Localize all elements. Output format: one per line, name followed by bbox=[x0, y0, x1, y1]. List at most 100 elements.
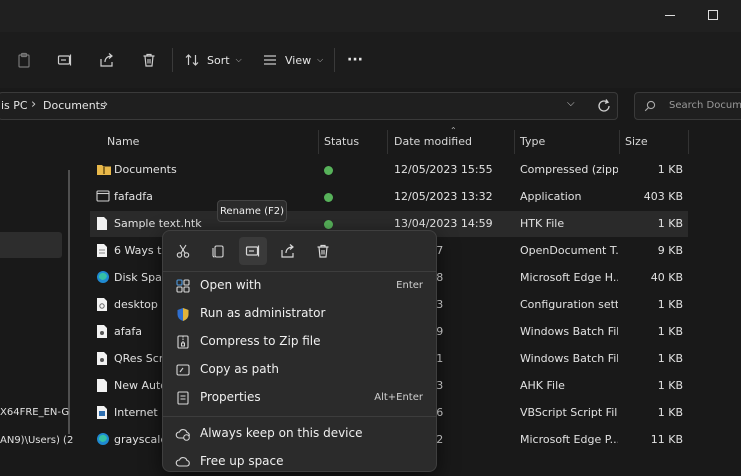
copy-icon bbox=[212, 245, 224, 258]
menu-item-compress-zip[interactable]: Compress to Zip file bbox=[163, 328, 436, 356]
more-options-button[interactable]: ··· bbox=[342, 46, 368, 74]
column-header-name[interactable]: Name bbox=[107, 135, 139, 148]
file-date: 12/05/2023 13:32 bbox=[394, 190, 493, 203]
share-button[interactable] bbox=[274, 237, 302, 265]
sort-chevron-icon: ⌃ bbox=[450, 126, 457, 135]
share-icon bbox=[100, 53, 113, 67]
file-type: HTK File bbox=[520, 217, 565, 230]
column-header-status[interactable]: Status bbox=[324, 135, 359, 148]
file-size: 1 KB bbox=[657, 298, 683, 311]
context-menu: Open with Enter Run as administrator Com… bbox=[162, 230, 437, 472]
file-type: Windows Batch File bbox=[520, 325, 618, 338]
menu-item-shortcut: Enter bbox=[396, 280, 423, 291]
batch-file-icon bbox=[96, 324, 110, 339]
file-type: Configuration sett... bbox=[520, 298, 618, 311]
sort-label: Sort bbox=[207, 53, 230, 67]
script-file-icon bbox=[96, 405, 110, 420]
column-separator[interactable] bbox=[387, 130, 388, 154]
file-size: 11 KB bbox=[650, 433, 683, 446]
trash-icon bbox=[317, 244, 329, 258]
document-icon bbox=[96, 243, 110, 258]
sort-icon bbox=[185, 54, 199, 66]
menu-item-properties[interactable]: Properties Alt+Enter bbox=[163, 384, 436, 412]
copy-button[interactable] bbox=[204, 237, 232, 265]
app-icon bbox=[96, 189, 110, 204]
file-size: 40 KB bbox=[650, 271, 683, 284]
rename-icon bbox=[245, 245, 260, 257]
file-type: AHK File bbox=[520, 379, 565, 392]
maximize-icon[interactable] bbox=[708, 10, 718, 20]
sync-status-icon bbox=[324, 166, 333, 175]
breadcrumb-documents[interactable]: Documents bbox=[43, 99, 106, 112]
cut-button[interactable] bbox=[169, 237, 197, 265]
column-header-type[interactable]: Type bbox=[520, 135, 545, 148]
menu-item-shortcut: Alt+Enter bbox=[374, 392, 423, 403]
file-date: 12/05/2023 15:55 bbox=[394, 163, 493, 176]
paste-button[interactable] bbox=[12, 46, 36, 74]
search-icon bbox=[644, 100, 656, 112]
menu-item-always-keep[interactable]: Always keep on this device bbox=[163, 420, 436, 448]
sync-status-icon bbox=[324, 193, 333, 202]
more-icon: ··· bbox=[347, 52, 363, 68]
nav-selected-item[interactable] bbox=[0, 232, 62, 258]
menu-item-run-as-admin[interactable]: Run as administrator bbox=[163, 300, 436, 328]
column-header-size[interactable]: Size bbox=[625, 135, 648, 148]
nav-item-drive[interactable]: X64FRE_EN-G bbox=[0, 407, 69, 418]
file-size: 403 KB bbox=[643, 190, 683, 203]
share-button[interactable] bbox=[95, 46, 119, 74]
edge-icon bbox=[96, 432, 110, 447]
search-placeholder: Search Docume bbox=[669, 100, 741, 111]
menu-item-label: Copy as path bbox=[200, 362, 279, 376]
menu-item-label: Always keep on this device bbox=[200, 426, 363, 440]
rename-icon bbox=[57, 54, 72, 66]
minimize-icon[interactable] bbox=[665, 15, 675, 16]
nav-item-network-path[interactable]: AN9)\Users) (2 bbox=[0, 435, 73, 446]
file-type: Microsoft Edge P... bbox=[520, 433, 618, 446]
column-header-date-modified[interactable]: Date modified bbox=[394, 135, 472, 148]
menu-item-label: Compress to Zip file bbox=[200, 334, 321, 348]
share-icon bbox=[281, 244, 294, 258]
chevron-down-icon[interactable]: ⌵ bbox=[567, 98, 575, 109]
view-label: View bbox=[285, 53, 312, 67]
breadcrumb-this-pc[interactable]: is PC bbox=[1, 99, 28, 112]
file-row[interactable]: Documents 12/05/2023 15:55 Compressed (zip… bbox=[90, 157, 688, 183]
file-row[interactable]: fafadfa 12/05/2023 13:32 Application 403 KB bbox=[90, 184, 688, 210]
file-size: 1 KB bbox=[657, 379, 683, 392]
toolbar-separator bbox=[172, 48, 173, 72]
toolbar-separator bbox=[334, 48, 335, 72]
menu-item-label: Properties bbox=[200, 390, 261, 404]
refresh-icon bbox=[598, 99, 610, 112]
menu-item-label: Open with bbox=[200, 278, 262, 292]
rename-button[interactable] bbox=[53, 46, 77, 74]
edge-icon bbox=[96, 270, 110, 285]
search-box[interactable]: Search Docume bbox=[634, 92, 741, 120]
menu-item-open-with[interactable]: Open with Enter bbox=[163, 272, 436, 300]
column-separator[interactable] bbox=[318, 130, 319, 154]
sync-status-icon bbox=[324, 220, 333, 229]
zip-icon bbox=[175, 334, 191, 350]
file-type: VBScript Script File bbox=[520, 406, 618, 419]
rename-tooltip: Rename (F2) bbox=[217, 200, 287, 222]
view-icon bbox=[264, 55, 276, 65]
scissors-icon bbox=[176, 244, 190, 258]
menu-item-copy-as-path[interactable]: Copy as path bbox=[163, 356, 436, 384]
trash-icon bbox=[143, 53, 155, 67]
file-size: 1 KB bbox=[657, 217, 683, 230]
column-separator[interactable] bbox=[514, 130, 515, 154]
rename-button[interactable] bbox=[239, 237, 267, 265]
view-button[interactable]: View ⌵ bbox=[262, 46, 326, 74]
paste-icon bbox=[18, 52, 30, 68]
open-with-icon bbox=[175, 278, 191, 294]
menu-item-free-up-space[interactable]: Free up space bbox=[163, 448, 436, 476]
sort-button[interactable]: Sort ⌵ bbox=[184, 46, 244, 74]
zip-folder-icon bbox=[96, 162, 111, 177]
column-separator[interactable] bbox=[688, 130, 689, 154]
delete-button[interactable] bbox=[137, 46, 161, 74]
address-bar[interactable]: is PC › Documents › ⌵ bbox=[0, 92, 618, 120]
file-name: Documents bbox=[114, 163, 177, 176]
file-size: 1 KB bbox=[657, 406, 683, 419]
refresh-button[interactable] bbox=[596, 98, 614, 116]
column-separator[interactable] bbox=[619, 130, 620, 154]
nav-scrollbar[interactable] bbox=[68, 170, 70, 434]
delete-button[interactable] bbox=[309, 237, 337, 265]
